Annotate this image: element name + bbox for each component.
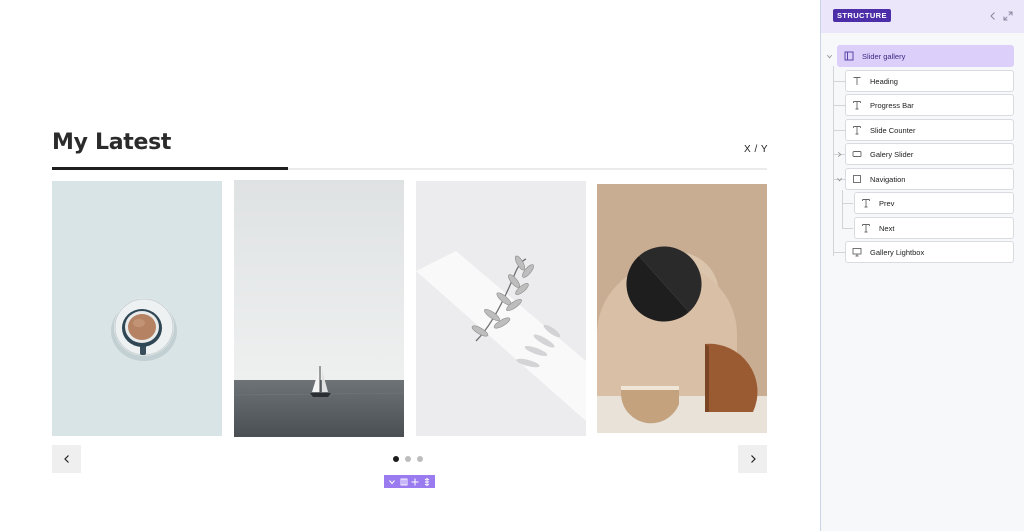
slide-image-shapes[interactable] xyxy=(597,184,767,433)
chevron-down-icon[interactable] xyxy=(386,476,397,487)
text-block-icon xyxy=(860,223,871,234)
tree-node-gallery-lightbox[interactable]: Gallery Lightbox xyxy=(845,241,1014,263)
structure-panel: STRUCTURE Slider gallery Heading Progres… xyxy=(820,0,1024,531)
tree-connector xyxy=(842,203,853,204)
tree-connector xyxy=(833,105,845,106)
slide-image-sailboat[interactable] xyxy=(234,180,404,437)
tree-node-label: Slide Counter xyxy=(870,125,916,135)
square-icon xyxy=(851,174,862,185)
tree-node-label: Navigation xyxy=(870,174,906,184)
chevron-down-icon xyxy=(826,54,833,59)
progress-bar-fill xyxy=(52,167,288,170)
monitor-icon xyxy=(851,247,862,258)
page-canvas: My Latest X / Y xyxy=(0,0,820,531)
tree-node-prev[interactable]: Prev xyxy=(854,192,1014,214)
tree-node-label: Progress Bar xyxy=(870,100,914,110)
tree-connector xyxy=(842,228,853,229)
pagination-dots xyxy=(393,456,423,462)
text-block-icon xyxy=(860,198,871,209)
tree-connector xyxy=(833,252,845,253)
text-block-icon xyxy=(851,125,862,136)
chevron-right-icon xyxy=(837,151,842,158)
tree-connector xyxy=(833,81,845,82)
structure-tree: Slider gallery Heading Progress Bar Slid… xyxy=(821,0,1024,531)
tree-connector xyxy=(833,66,834,256)
tree-node-galery-slider[interactable]: Galery Slider xyxy=(845,143,1014,165)
expand-toggle-slider-gallery[interactable] xyxy=(825,52,834,61)
tree-node-next[interactable]: Next xyxy=(854,217,1014,239)
resize-icon[interactable] xyxy=(422,476,433,487)
expand-toggle-navigation[interactable] xyxy=(835,175,844,184)
chevron-left-icon xyxy=(63,455,69,463)
tree-connector xyxy=(833,130,845,131)
move-icon[interactable] xyxy=(410,476,421,487)
tree-connector xyxy=(842,190,843,228)
pagination-dot[interactable] xyxy=(417,456,423,462)
tree-node-navigation[interactable]: Navigation xyxy=(845,168,1014,190)
slide-counter: X / Y xyxy=(744,144,768,155)
gallery-heading[interactable]: My Latest xyxy=(52,130,171,155)
element-toolbar xyxy=(384,475,435,488)
slider-icon xyxy=(843,51,854,62)
tree-node-slide-counter[interactable]: Slide Counter xyxy=(845,119,1014,141)
slide-image-coffee[interactable] xyxy=(52,181,222,436)
text-icon xyxy=(851,76,862,87)
slide-image-leaf[interactable] xyxy=(416,181,586,436)
chevron-right-icon xyxy=(750,455,756,463)
tree-node-slider-gallery[interactable]: Slider gallery xyxy=(837,45,1014,67)
tree-node-label: Next xyxy=(879,223,895,233)
slider-box-icon xyxy=(851,149,862,160)
columns-icon[interactable] xyxy=(398,476,409,487)
tree-node-label: Galery Slider xyxy=(870,149,914,159)
expand-toggle-galery-slider[interactable] xyxy=(835,150,844,159)
pagination-dot[interactable] xyxy=(393,456,399,462)
tree-node-label: Prev xyxy=(879,198,895,208)
tree-node-label: Slider gallery xyxy=(862,51,906,61)
next-button[interactable] xyxy=(738,445,767,473)
prev-button[interactable] xyxy=(52,445,81,473)
tree-node-label: Heading xyxy=(870,76,898,86)
text-block-icon xyxy=(851,100,862,111)
tree-node-progress-bar[interactable]: Progress Bar xyxy=(845,94,1014,116)
pagination-dot[interactable] xyxy=(405,456,411,462)
chevron-down-icon xyxy=(836,177,843,182)
tree-node-label: Gallery Lightbox xyxy=(870,247,925,257)
progress-bar xyxy=(52,167,767,170)
tree-node-heading[interactable]: Heading xyxy=(845,70,1014,92)
